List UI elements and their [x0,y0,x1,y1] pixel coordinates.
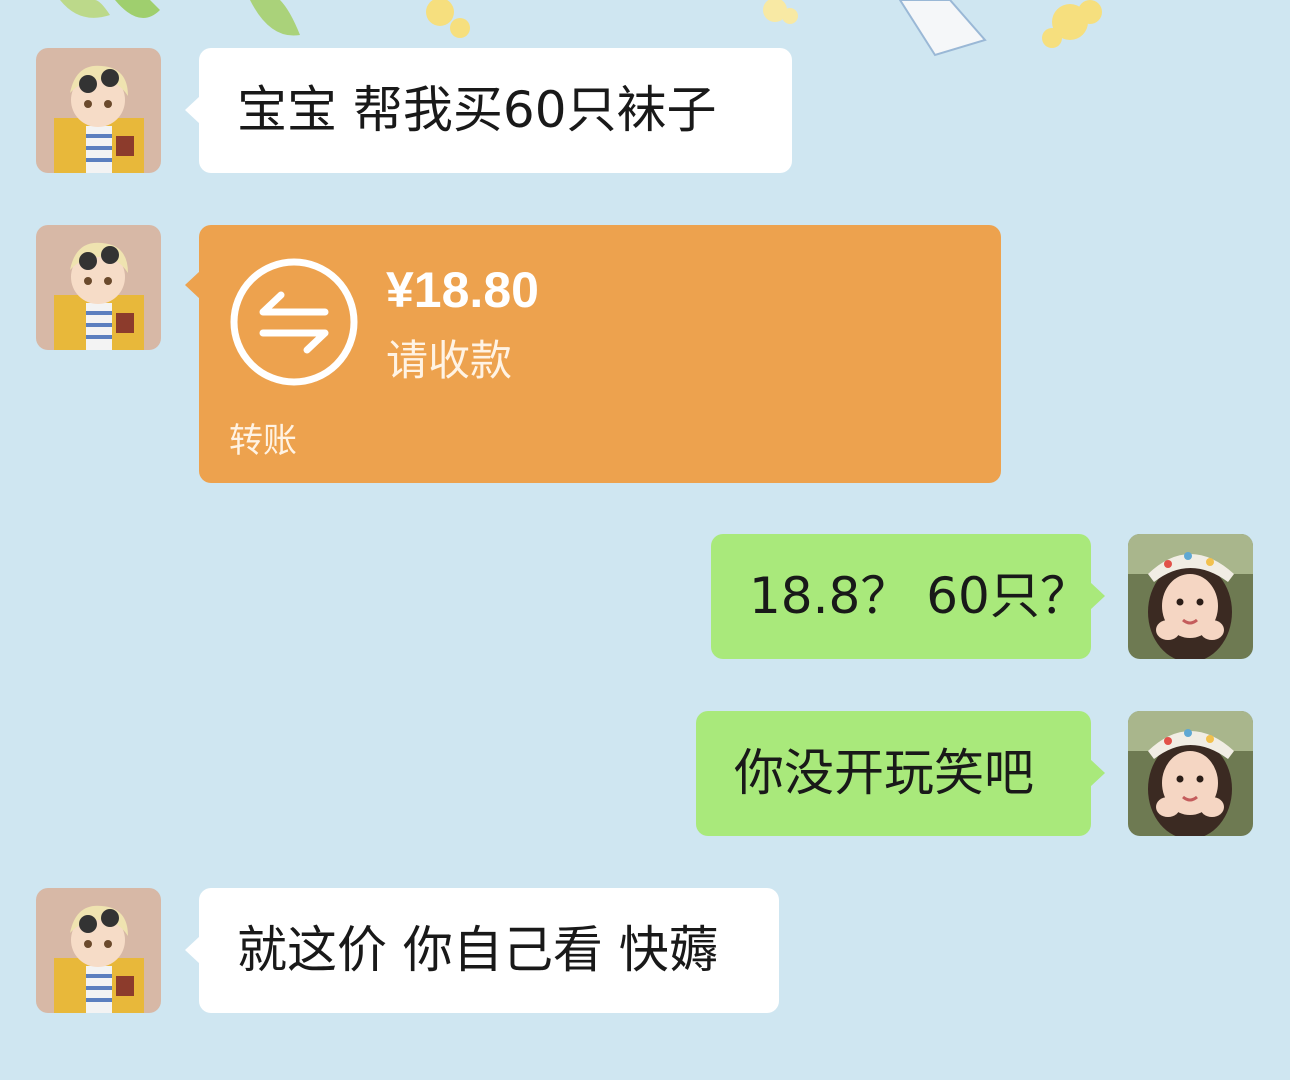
avatar-sender[interactable] [36,225,161,350]
message-text: 你没开玩笑吧 [734,744,1034,802]
message-row-1: 宝宝 帮我买60只袜子 [0,48,1290,174]
bubble-tail [1090,759,1105,787]
message-bubble[interactable]: 18.8？ 60只？ [711,534,1105,659]
avatar-sender[interactable] [36,888,161,1013]
leaf-decoration [60,0,300,36]
message-text: 18.8？ 60只？ [749,567,1090,625]
bubble-tail [1090,582,1105,610]
avatar-boy-icon [36,48,161,173]
avatar-boy-icon [36,225,161,350]
bubble-tail [185,936,200,964]
paper-decoration [898,0,987,57]
transfer-card[interactable]: ¥18.80 请收款 转账 [185,225,1001,483]
avatar-girl-icon [1128,534,1253,659]
transfer-amount: ¥18.80 [386,262,539,318]
avatar-self[interactable] [1128,534,1253,659]
avatar-self[interactable] [1128,711,1253,836]
message-row-3: 18.8？ 60只？ [0,534,1290,660]
flower-decoration [426,0,1102,48]
avatar-boy-icon [36,888,161,1013]
message-row-5: 就这价 你自己看 快薅 [0,888,1290,1014]
avatar-girl-icon [1128,711,1253,836]
transfer-label: 转账 [229,421,297,461]
message-row-4: 你没开玩笑吧 [0,711,1290,837]
avatar-sender[interactable] [36,48,161,173]
message-bubble[interactable]: 就这价 你自己看 快薅 [185,888,779,1013]
bubble-tail [185,96,200,124]
message-bubble[interactable]: 宝宝 帮我买60只袜子 [185,48,792,173]
message-bubble[interactable]: 你没开玩笑吧 [696,711,1105,836]
bubble-tail [185,271,200,299]
transfer-status: 请收款 [386,336,513,385]
message-text: 宝宝 帮我买60只袜子 [237,81,717,139]
transfer-arrows-icon [230,258,358,386]
message-text: 就这价 你自己看 快薅 [237,921,719,979]
